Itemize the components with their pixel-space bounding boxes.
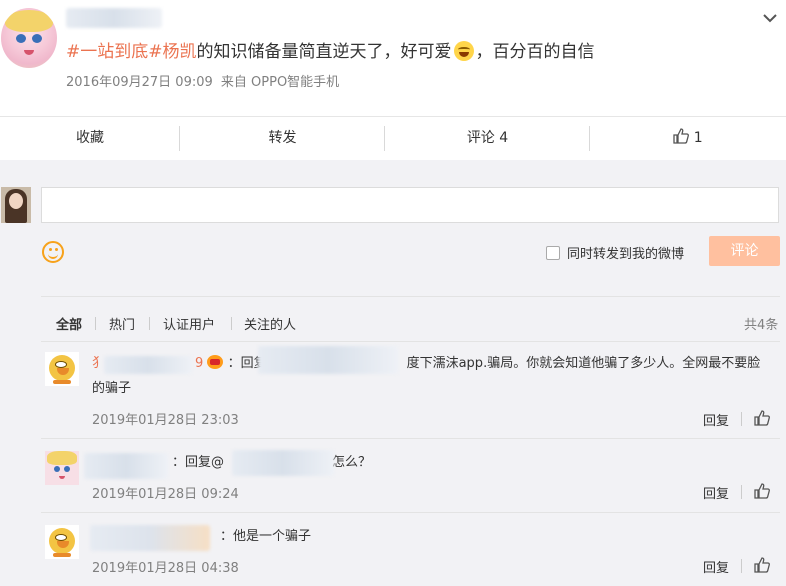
- comment-total: 共4条: [744, 318, 779, 333]
- comment-time: 2019年01月28日 09:24: [92, 487, 239, 502]
- comment-time: 2019年01月28日 23:03: [92, 413, 239, 428]
- action-bar: 收藏 转发 评论 4 1: [0, 116, 786, 161]
- divider: [41, 512, 780, 513]
- thumbs-up-icon: [673, 128, 690, 144]
- submit-comment-button[interactable]: 评论: [709, 236, 780, 266]
- laughing-emoji-icon: [453, 41, 474, 61]
- current-user-avatar[interactable]: [1, 187, 31, 223]
- thumbs-up-icon[interactable]: [754, 557, 770, 573]
- vip-crown-icon: [207, 355, 224, 369]
- post-text-end: ，百分百的自信: [475, 42, 595, 62]
- thumbs-up-icon[interactable]: [754, 410, 770, 426]
- mention-redacted: [258, 346, 398, 374]
- commenter-avatar[interactable]: [45, 352, 79, 386]
- commenter-avatar[interactable]: [45, 525, 79, 559]
- comment-text: 犭9 ：回复 度下濡沫app.骗局。你就会知道他骗了多少人。全网最不要脸: [92, 355, 761, 371]
- divider: [41, 438, 780, 439]
- emoji-picker-icon[interactable]: [42, 241, 64, 263]
- like-count: 1: [693, 130, 703, 146]
- thumbs-up-icon[interactable]: [754, 483, 770, 499]
- repost-button[interactable]: 转发: [180, 117, 385, 160]
- reply-button[interactable]: 回复: [703, 483, 729, 502]
- comment-input[interactable]: [41, 187, 779, 223]
- chevron-down-icon[interactable]: [762, 10, 778, 26]
- divider: [41, 341, 780, 342]
- author-avatar[interactable]: [1, 8, 57, 68]
- reply-button[interactable]: 回复: [703, 410, 729, 429]
- comment-time: 2019年01月28日 04:38: [92, 561, 239, 576]
- topic-link-name[interactable]: 杨凯: [163, 42, 197, 62]
- post-source: 来自 OPPO智能手机: [220, 75, 340, 90]
- commenter-avatar[interactable]: [45, 451, 79, 485]
- comment-text-line2: 的骗子: [92, 381, 132, 396]
- like-button[interactable]: 1: [590, 117, 786, 160]
- favorite-button[interactable]: 收藏: [0, 117, 180, 160]
- name-redacted: [104, 356, 192, 374]
- filter-verified[interactable]: 认证用户: [163, 314, 215, 333]
- repost-checkbox-label[interactable]: 同时转发到我的微博: [567, 243, 684, 262]
- filter-hot[interactable]: 热门: [109, 314, 135, 333]
- author-name-redacted[interactable]: [66, 8, 162, 28]
- post-date[interactable]: 2016年09月27日 09:09: [66, 75, 213, 90]
- repost-checkbox[interactable]: [546, 246, 560, 260]
- topic-link[interactable]: #一站到底#: [66, 42, 163, 62]
- post-meta: 2016年09月27日 09:09 来自 OPPO智能手机: [66, 71, 339, 90]
- filter-all[interactable]: 全部: [56, 314, 82, 333]
- post-text-main: 的知识储备量简直逆天了，好可爱: [196, 42, 452, 62]
- post-content: #一站到底#杨凯的知识储备量简直逆天了，好可爱 ，百分百的自信: [66, 37, 595, 62]
- name-redacted[interactable]: [84, 453, 168, 479]
- comment-button[interactable]: 评论 4: [385, 117, 590, 160]
- name-redacted[interactable]: [90, 525, 210, 551]
- filter-following[interactable]: 关注的人: [244, 314, 296, 333]
- comment-text: ：他是一个骗子: [220, 529, 312, 544]
- mention-redacted[interactable]: [232, 450, 334, 476]
- divider: [41, 296, 780, 297]
- reply-button[interactable]: 回复: [703, 557, 729, 576]
